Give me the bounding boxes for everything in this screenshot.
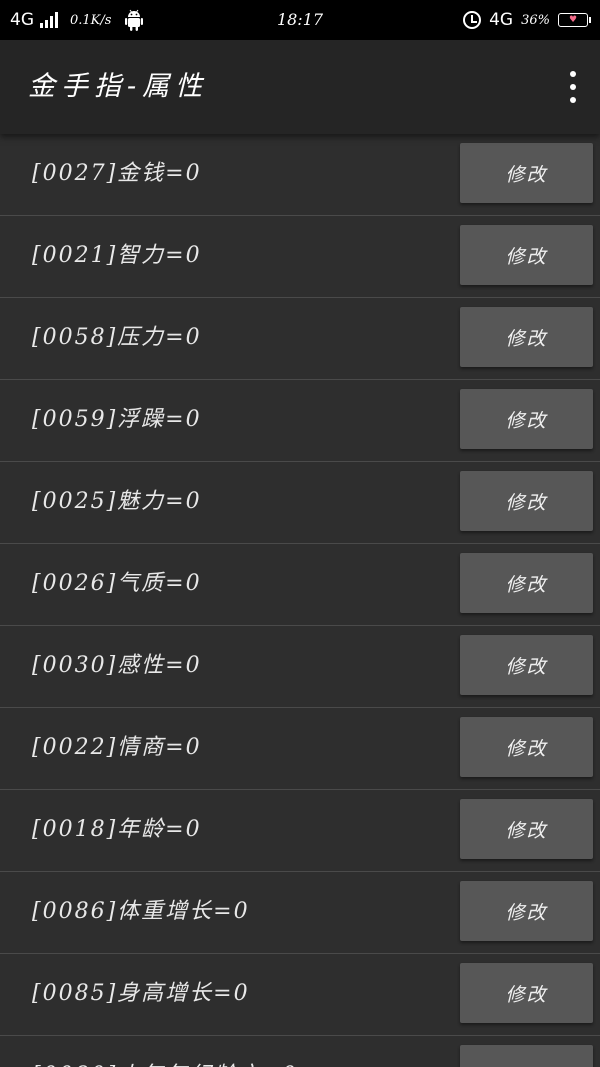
status-bar: 4G 0.1K/s 18:17 4G 36% ♥ bbox=[0, 0, 600, 40]
modify-button[interactable]: 修改 bbox=[460, 717, 593, 777]
alarm-icon bbox=[463, 11, 482, 29]
list-item: [0058]压力=0 修改 bbox=[0, 298, 600, 380]
modify-button[interactable]: 修改 bbox=[460, 389, 593, 449]
app-bar: 金手指-属性 bbox=[0, 40, 600, 134]
attribute-label: [0085]身高增长=0 bbox=[32, 981, 250, 1006]
modify-button[interactable]: 修改 bbox=[460, 307, 593, 367]
network-type-right: 4G bbox=[489, 10, 514, 30]
battery-icon: ♥ bbox=[558, 13, 591, 27]
list-item: [0022]情商=0 修改 bbox=[0, 708, 600, 790]
attribute-label: [0018]年龄=0 bbox=[32, 817, 202, 842]
attribute-label: [0059]浮躁=0 bbox=[32, 407, 202, 432]
list-item: [0080]小年年纪龄亦=0 修改 bbox=[0, 1036, 600, 1067]
battery-percent: 36% bbox=[521, 12, 550, 28]
attribute-label: [0027]金钱=0 bbox=[32, 161, 202, 186]
modify-button[interactable]: 修改 bbox=[460, 881, 593, 941]
attribute-label: [0025]魅力=0 bbox=[32, 489, 202, 514]
modify-button[interactable]: 修改 bbox=[460, 225, 593, 285]
attribute-label: [0058]压力=0 bbox=[32, 325, 202, 350]
status-right: 4G 36% ♥ bbox=[463, 0, 591, 40]
app-title: 金手指-属性 bbox=[28, 71, 209, 102]
attribute-label: [0021]智力=0 bbox=[32, 243, 202, 268]
list-item: [0025]魅力=0 修改 bbox=[0, 462, 600, 544]
modify-button[interactable]: 修改 bbox=[460, 963, 593, 1023]
list-item: [0018]年龄=0 修改 bbox=[0, 790, 600, 872]
modify-button[interactable]: 修改 bbox=[460, 143, 593, 203]
list-item: [0085]身高增长=0 修改 bbox=[0, 954, 600, 1036]
list-item: [0026]气质=0 修改 bbox=[0, 544, 600, 626]
attribute-label: [0026]气质=0 bbox=[32, 571, 202, 596]
modify-button[interactable]: 修改 bbox=[460, 553, 593, 613]
attribute-list: [0027]金钱=0 修改 [0021]智力=0 修改 [0058]压力=0 修… bbox=[0, 134, 600, 1067]
attribute-label: [0086]体重增长=0 bbox=[32, 899, 250, 924]
more-vert-icon[interactable] bbox=[568, 71, 578, 103]
list-item: [0059]浮躁=0 修改 bbox=[0, 380, 600, 462]
attribute-label: [0080]小年年纪龄亦=0 bbox=[32, 1036, 298, 1067]
list-item: [0021]智力=0 修改 bbox=[0, 216, 600, 298]
list-item: [0086]体重增长=0 修改 bbox=[0, 872, 600, 954]
list-item: [0027]金钱=0 修改 bbox=[0, 134, 600, 216]
modify-button[interactable]: 修改 bbox=[460, 1045, 593, 1067]
attribute-label: [0022]情商=0 bbox=[32, 735, 202, 760]
modify-button[interactable]: 修改 bbox=[460, 635, 593, 695]
screen: 4G 0.1K/s 18:17 4G 36% ♥ 金手指-属性 [0027]金钱… bbox=[0, 0, 600, 1067]
modify-button[interactable]: 修改 bbox=[460, 799, 593, 859]
attribute-label: [0030]感性=0 bbox=[32, 653, 202, 678]
modify-button[interactable]: 修改 bbox=[460, 471, 593, 531]
list-item: [0030]感性=0 修改 bbox=[0, 626, 600, 708]
